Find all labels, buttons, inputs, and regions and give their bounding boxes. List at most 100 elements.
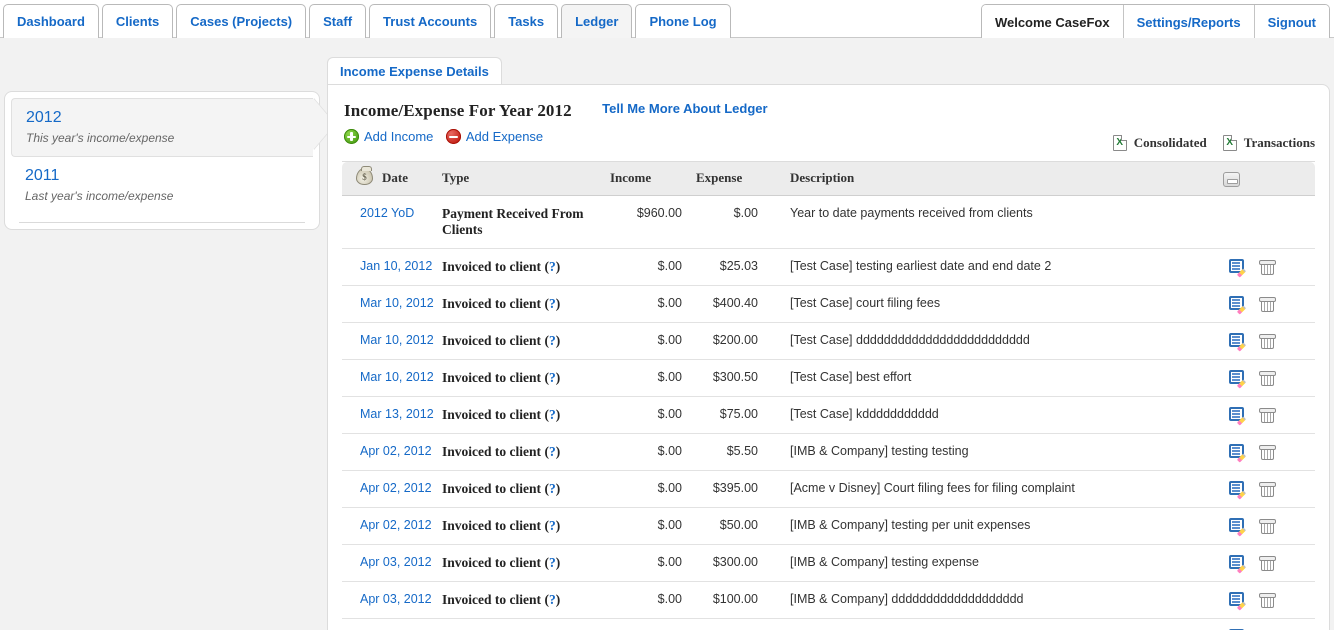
- cell-actions: [1223, 618, 1315, 630]
- cell-type: Invoiced to client (?): [442, 470, 610, 508]
- type-help-hint[interactable]: (?): [544, 370, 560, 385]
- sidebar-item-year-2011[interactable]: 2011 Last year's income/expense: [11, 157, 313, 214]
- nav-item-settings-reports[interactable]: Settings/Reports: [1123, 5, 1255, 38]
- cell-date: Apr 03, 2012: [342, 581, 442, 619]
- nav-tab-clients[interactable]: Clients: [101, 4, 174, 38]
- tab-income-expense-details[interactable]: Income Expense Details: [327, 57, 502, 84]
- nav-tab-cases-projects[interactable]: Cases (Projects): [176, 4, 307, 38]
- type-label: Invoiced to client: [442, 591, 541, 607]
- type-help-hint[interactable]: (?): [544, 555, 560, 570]
- type-label: Invoiced to client: [442, 295, 541, 311]
- cell-type: Invoiced to client (?): [442, 544, 610, 582]
- cell-type: Invoiced to client (?): [442, 359, 610, 397]
- nav-tab-phone-log[interactable]: Phone Log: [635, 4, 731, 38]
- column-header-date[interactable]: Date: [342, 161, 442, 196]
- type-help-hint[interactable]: (?): [544, 518, 560, 533]
- tell-me-more-link[interactable]: Tell Me More About Ledger: [602, 101, 767, 116]
- cell-income: $.00: [610, 470, 696, 508]
- date-link[interactable]: 2012 YoD: [360, 206, 414, 220]
- column-header-income[interactable]: Income: [610, 161, 696, 196]
- nav-tab-staff[interactable]: Staff: [309, 4, 367, 38]
- date-link[interactable]: Mar 10, 2012: [360, 370, 434, 384]
- edit-icon[interactable]: [1229, 481, 1244, 496]
- cell-type: Invoiced to client (?): [442, 248, 610, 286]
- column-header-description[interactable]: Description: [782, 161, 1223, 196]
- cell-actions: [1223, 544, 1315, 582]
- edit-icon[interactable]: [1229, 592, 1244, 607]
- nav-tab-ledger[interactable]: Ledger: [561, 4, 633, 38]
- year-description: This year's income/expense: [26, 131, 175, 145]
- top-navigation-bar: Dashboard Clients Cases (Projects) Staff Tru…: [0, 0, 1334, 38]
- row-action-group: [1223, 296, 1315, 312]
- trash-icon[interactable]: [1259, 407, 1276, 423]
- date-link[interactable]: Mar 13, 2012: [360, 407, 434, 421]
- edit-icon[interactable]: [1229, 333, 1244, 348]
- collapse-icon[interactable]: [1223, 171, 1240, 187]
- date-link[interactable]: Apr 03, 2012: [360, 555, 432, 569]
- trash-icon[interactable]: [1259, 370, 1276, 386]
- nav-item-signout[interactable]: Signout: [1254, 5, 1329, 38]
- sidebar-divider: [19, 222, 305, 223]
- edit-icon[interactable]: [1229, 518, 1244, 533]
- edit-icon[interactable]: [1229, 407, 1244, 422]
- type-help-hint[interactable]: (?): [544, 259, 560, 274]
- edit-icon[interactable]: [1229, 555, 1244, 570]
- cell-description: [Test Case] testtttttttttt: [782, 618, 1223, 630]
- type-help-hint[interactable]: (?): [544, 296, 560, 311]
- type-help-hint[interactable]: (?): [544, 333, 560, 348]
- nav-tab-trust-accounts[interactable]: Trust Accounts: [369, 4, 492, 38]
- edit-icon[interactable]: [1229, 259, 1244, 274]
- export-transactions-button[interactable]: Transactions: [1222, 135, 1315, 151]
- year-selector-sidebar: 2012 This year's income/expense 2011 Last y…: [4, 91, 320, 230]
- column-header-expense[interactable]: Expense: [696, 161, 782, 196]
- table-row: Apr 03, 2012 Invoiced to client (?) $.00 $1…: [342, 581, 1315, 619]
- date-link[interactable]: Mar 10, 2012: [360, 296, 434, 310]
- year-description: Last year's income/expense: [25, 189, 174, 203]
- trash-icon[interactable]: [1259, 518, 1276, 534]
- trash-icon[interactable]: [1259, 481, 1276, 497]
- column-header-type[interactable]: Type: [442, 161, 610, 196]
- type-help-hint[interactable]: (?): [544, 481, 560, 496]
- trash-icon[interactable]: [1259, 592, 1276, 608]
- nav-tab-dashboard[interactable]: Dashboard: [3, 4, 99, 38]
- date-link[interactable]: Apr 02, 2012: [360, 481, 432, 495]
- trash-icon[interactable]: [1259, 555, 1276, 571]
- cell-description: [IMB & Company] testing expense: [782, 544, 1223, 582]
- cell-date: Apr 03, 2012: [342, 618, 442, 630]
- table-row: Mar 10, 2012 Invoiced to client (?) $.00 $2…: [342, 322, 1315, 360]
- type-help-hint[interactable]: (?): [544, 592, 560, 607]
- cell-actions: [1223, 396, 1315, 434]
- ledger-table-wrapper: Date Type Income Expense Description 201…: [342, 161, 1315, 630]
- edit-icon[interactable]: [1229, 370, 1244, 385]
- edit-icon[interactable]: [1229, 296, 1244, 311]
- cell-income: $.00: [610, 359, 696, 397]
- cell-date: Apr 02, 2012: [342, 507, 442, 545]
- trash-icon[interactable]: [1259, 296, 1276, 312]
- type-help-hint[interactable]: (?): [544, 444, 560, 459]
- date-link[interactable]: Apr 02, 2012: [360, 444, 432, 458]
- date-link[interactable]: Mar 10, 2012: [360, 333, 434, 347]
- date-link[interactable]: Apr 03, 2012: [360, 592, 432, 606]
- edit-icon[interactable]: [1229, 444, 1244, 459]
- trash-icon[interactable]: [1259, 444, 1276, 460]
- type-help-hint[interactable]: (?): [544, 407, 560, 422]
- cell-date: Apr 02, 2012: [342, 470, 442, 508]
- sidebar-item-year-2012[interactable]: 2012 This year's income/expense: [11, 98, 313, 157]
- table-row: Apr 02, 2012 Invoiced to client (?) $.00 $5…: [342, 433, 1315, 471]
- nav-tab-tasks[interactable]: Tasks: [494, 4, 559, 38]
- date-link[interactable]: Jan 10, 2012: [360, 259, 432, 273]
- column-header-actions: [1223, 161, 1315, 196]
- table-row: 2012 YoD Payment Received From Clients $96…: [342, 195, 1315, 249]
- date-link[interactable]: Apr 02, 2012: [360, 518, 432, 532]
- cell-actions: [1223, 322, 1315, 360]
- export-consolidated-button[interactable]: Consolidated: [1112, 135, 1207, 151]
- add-expense-button[interactable]: Add Expense: [445, 129, 543, 144]
- cell-actions: [1223, 507, 1315, 545]
- trash-icon[interactable]: [1259, 259, 1276, 275]
- cell-description: [IMB & Company] testing per unit expense…: [782, 507, 1223, 545]
- type-label: Invoiced to client: [442, 480, 541, 496]
- add-income-button[interactable]: Add Income: [344, 129, 433, 144]
- add-income-label: Add Income: [364, 129, 434, 144]
- cell-income: $.00: [610, 544, 696, 582]
- trash-icon[interactable]: [1259, 333, 1276, 349]
